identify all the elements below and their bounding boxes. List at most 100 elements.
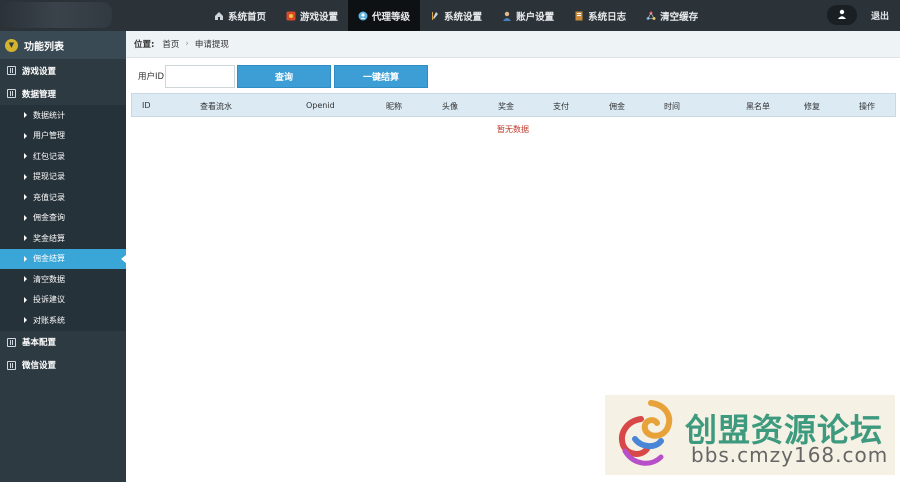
caret-right-icon bbox=[24, 153, 27, 160]
column-header: 佣金 bbox=[609, 102, 625, 111]
sidebar-item-label: 佣金结算 bbox=[33, 254, 65, 264]
column-header: 昵称 bbox=[386, 102, 402, 111]
nav-label: 系统设置 bbox=[444, 11, 483, 23]
agent-icon bbox=[358, 11, 368, 21]
home-icon bbox=[214, 11, 224, 21]
account-icon bbox=[502, 11, 512, 21]
breadcrumb: 位置: 首页 › 申请提现 bbox=[126, 31, 900, 58]
user-id-label: 用户ID bbox=[138, 72, 165, 82]
caret-right-icon bbox=[24, 173, 27, 180]
nav-system-home[interactable]: 系统首页 bbox=[204, 0, 276, 31]
user-id-input[interactable] bbox=[165, 64, 236, 88]
sidebar-item-withdraw-records[interactable]: 提现记录 bbox=[0, 167, 126, 188]
breadcrumb-home-link[interactable]: 首页 bbox=[162, 38, 179, 50]
column-header: 头像 bbox=[442, 102, 458, 111]
panel-icon bbox=[7, 89, 16, 98]
sidebar-item-user-management[interactable]: 用户管理 bbox=[0, 126, 126, 147]
sidebar-item-label: 充值记录 bbox=[33, 192, 65, 202]
sidebar-item-bonus-settlement[interactable]: 奖金结算 bbox=[0, 228, 126, 249]
sidebar-item-data-stats[interactable]: 数据统计 bbox=[0, 105, 126, 126]
chevron-down-icon: ▼ bbox=[5, 38, 18, 52]
sidebar-item-label: 红包记录 bbox=[33, 151, 65, 161]
column-header: 支付 bbox=[553, 102, 569, 111]
caret-right-icon bbox=[24, 132, 27, 139]
forum-logo-icon bbox=[619, 400, 673, 466]
sidebar-group-label: 游戏设置 bbox=[22, 66, 57, 77]
sidebar-item-reconciliation[interactable]: 对账系统 bbox=[0, 310, 126, 331]
one-click-settle-button[interactable]: 一键结算 bbox=[334, 64, 429, 88]
sidebar-item-label: 奖金结算 bbox=[33, 233, 65, 243]
nav-label: 系统首页 bbox=[228, 11, 267, 23]
nav-agent-level[interactable]: 代理等级 bbox=[348, 0, 421, 31]
breadcrumb-current: 申请提现 bbox=[194, 40, 229, 50]
nav-system-log[interactable]: 系统日志 bbox=[564, 0, 636, 31]
sidebar-item-label: 佣金查询 bbox=[33, 213, 65, 223]
sidebar-item-recharge-records[interactable]: 充值记录 bbox=[0, 187, 126, 208]
nav-game-settings[interactable]: 游戏设置 bbox=[276, 0, 348, 31]
panel-icon bbox=[7, 66, 16, 75]
caret-right-icon bbox=[24, 317, 27, 324]
caret-right-icon bbox=[24, 214, 27, 221]
sidebar-header[interactable]: ▼ 功能列表 bbox=[0, 31, 126, 59]
top-navigation-bar: 系统首页 游戏设置 代理等级 系统设置 账户设置 系统日志 清空缓存 退出 bbox=[0, 0, 900, 31]
logout-link[interactable]: 退出 bbox=[871, 9, 889, 22]
caret-right-icon bbox=[24, 112, 27, 119]
caret-right-icon bbox=[24, 255, 27, 262]
sidebar-submenu: 数据统计 用户管理 红包记录 提现记录 充值记录 佣金查询 奖金结算 佣金结算 … bbox=[0, 105, 126, 331]
sidebar-group-label: 基本配置 bbox=[22, 338, 57, 348]
table-header: ID 查看流水 Openid 昵称 头像 奖金 支付 佣金 时间 黑名单 修复 … bbox=[131, 93, 896, 117]
log-icon bbox=[574, 11, 584, 21]
nav-label: 清空缓存 bbox=[660, 11, 699, 23]
nav-system-settings[interactable]: 系统设置 bbox=[420, 0, 492, 31]
watermark: 创盟资源论坛 bbs.cmzy168.com bbox=[605, 395, 895, 475]
nav-label: 系统日志 bbox=[588, 11, 627, 23]
logo bbox=[0, 2, 112, 28]
sidebar-item-label: 用户管理 bbox=[33, 131, 65, 141]
panel-icon bbox=[7, 337, 16, 347]
cache-icon bbox=[646, 11, 656, 21]
column-header: 查看流水 bbox=[200, 102, 232, 111]
nav-account-settings[interactable]: 账户设置 bbox=[492, 0, 564, 31]
empty-state-text: 暂无数据 bbox=[497, 125, 529, 134]
nav-label: 账户设置 bbox=[516, 11, 555, 23]
panel-icon bbox=[7, 360, 16, 370]
sidebar-group-basic-config[interactable]: 基本配置 bbox=[0, 331, 126, 354]
sidebar-item-label: 投诉建议 bbox=[33, 295, 65, 305]
sidebar-group-wechat-settings[interactable]: 微信设置 bbox=[0, 354, 126, 377]
user-profile-button[interactable] bbox=[827, 5, 857, 25]
caret-right-icon bbox=[24, 194, 27, 201]
breadcrumb-label: 位置: bbox=[134, 40, 155, 50]
sidebar-group-game-settings[interactable]: 游戏设置 bbox=[0, 59, 126, 82]
chevron-right-icon: › bbox=[185, 39, 189, 49]
sidebar-item-commission-settlement[interactable]: 佣金结算 bbox=[0, 248, 126, 269]
game-icon bbox=[286, 11, 296, 21]
sidebar-item-complaints[interactable]: 投诉建议 bbox=[0, 290, 126, 311]
sidebar-item-red-packet-records[interactable]: 红包记录 bbox=[0, 146, 126, 167]
sidebar-item-label: 数据统计 bbox=[33, 110, 65, 120]
nav-label: 代理等级 bbox=[372, 11, 411, 23]
column-header: 黑名单 bbox=[746, 102, 770, 111]
caret-right-icon bbox=[24, 296, 27, 303]
column-header: 时间 bbox=[664, 102, 680, 111]
sidebar-item-label: 对账系统 bbox=[33, 315, 65, 325]
tools-icon bbox=[430, 11, 440, 21]
sidebar-item-commission-query[interactable]: 佣金查询 bbox=[0, 208, 126, 229]
column-header: 奖金 bbox=[498, 102, 514, 111]
sidebar-group-label: 微信设置 bbox=[22, 361, 57, 371]
query-button[interactable]: 查询 bbox=[237, 64, 332, 88]
caret-right-icon bbox=[24, 276, 27, 283]
column-header: 操作 bbox=[859, 102, 875, 111]
nav-clear-cache[interactable]: 清空缓存 bbox=[636, 0, 708, 31]
watermark-url: bbs.cmzy168.com bbox=[691, 443, 889, 467]
column-header: ID bbox=[142, 101, 151, 110]
sidebar-group-data-management[interactable]: 数据管理 bbox=[0, 82, 126, 105]
user-icon bbox=[837, 9, 847, 22]
search-form: 用户ID 查询 一键结算 bbox=[138, 64, 429, 88]
sidebar: ▼ 功能列表 游戏设置 数据管理 数据统计 用户管理 红包记录 提现记录 充值记… bbox=[0, 31, 126, 482]
sidebar-title: 功能列表 bbox=[24, 41, 64, 53]
sidebar-group-label: 数据管理 bbox=[22, 89, 57, 100]
column-header: Openid bbox=[306, 101, 335, 110]
column-header: 修复 bbox=[804, 102, 820, 111]
sidebar-item-clear-data[interactable]: 清空数据 bbox=[0, 269, 126, 290]
sidebar-item-label: 提现记录 bbox=[33, 172, 65, 182]
